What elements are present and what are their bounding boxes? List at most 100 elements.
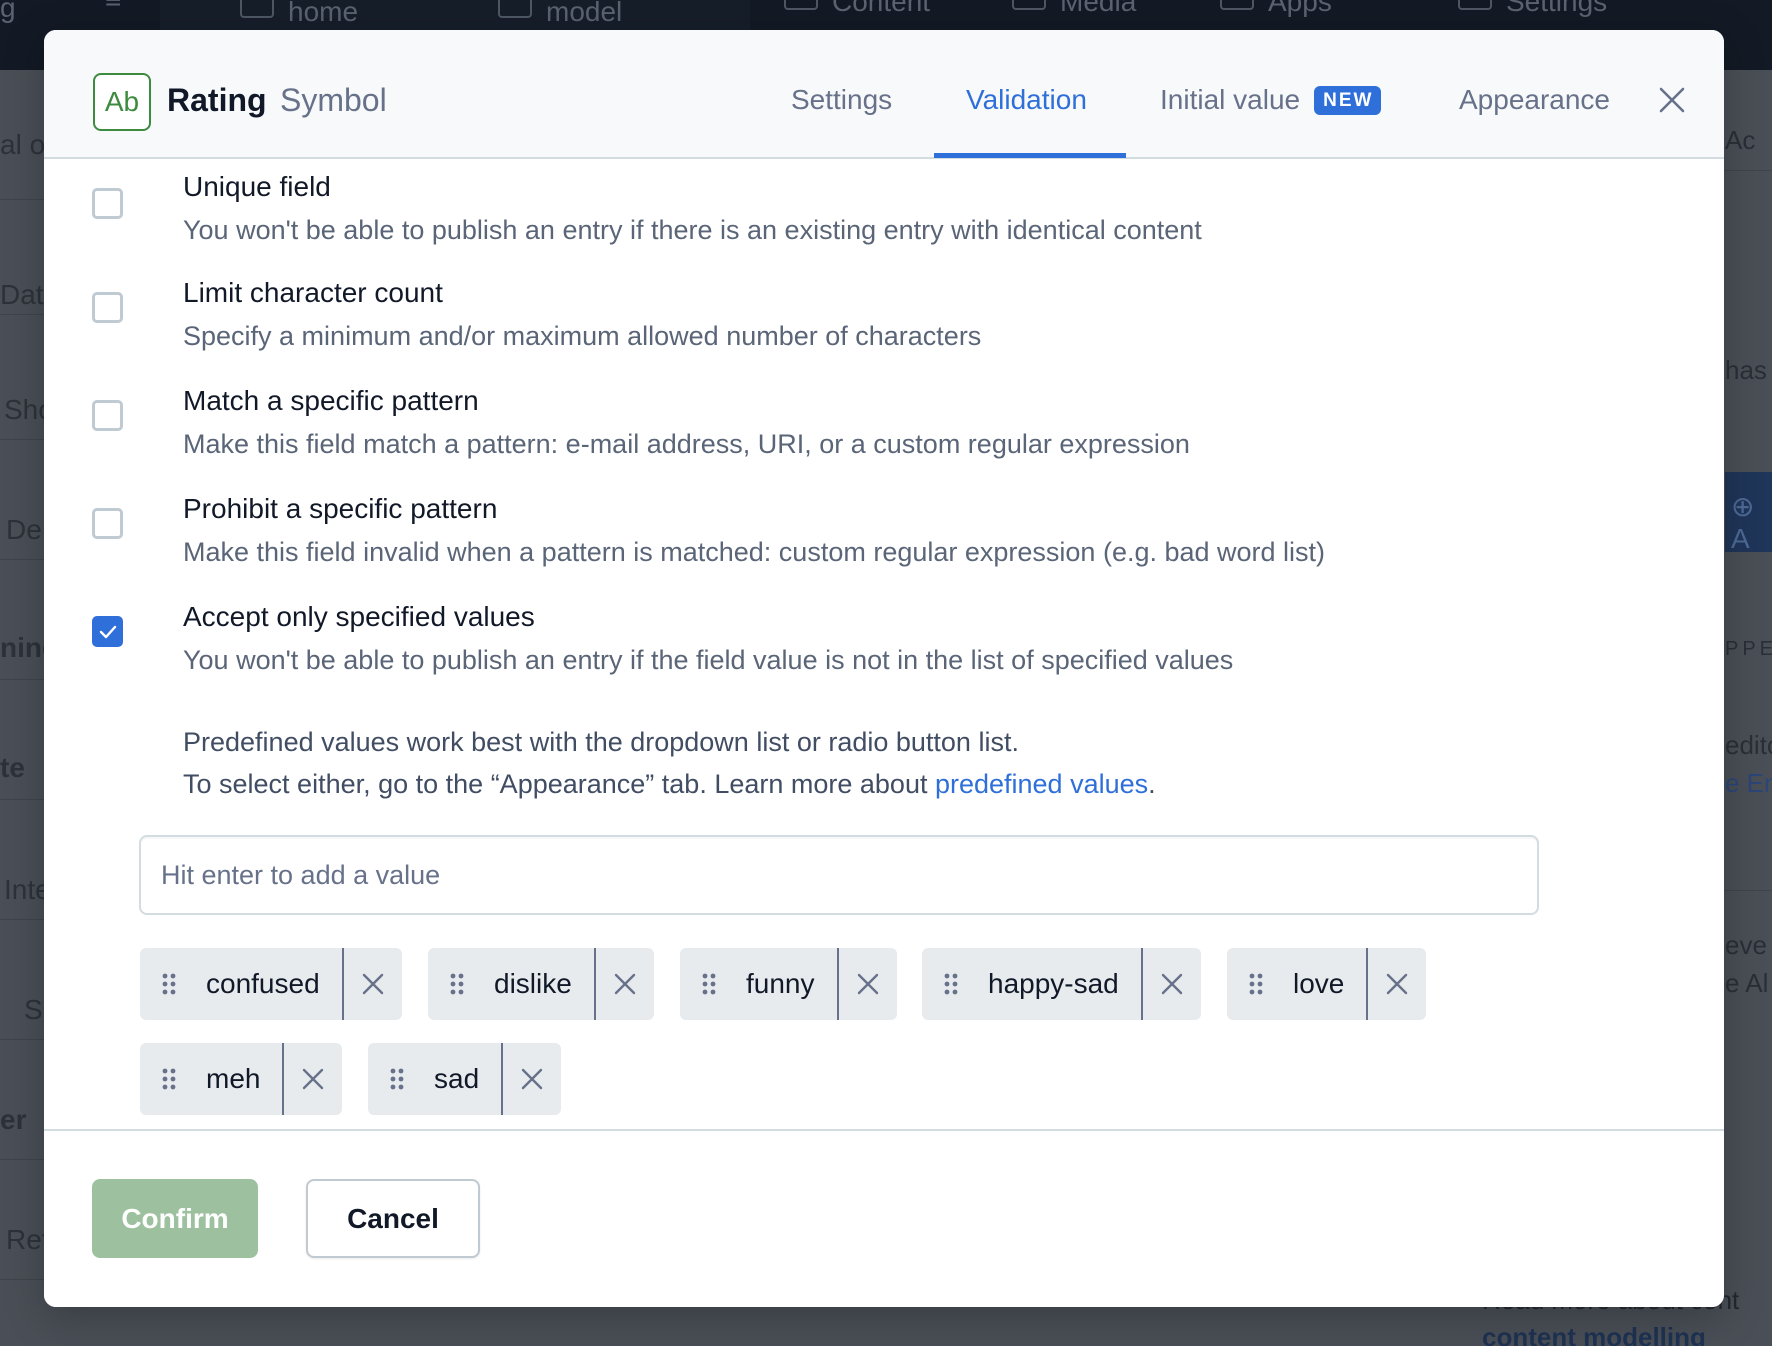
drag-handle[interactable] xyxy=(922,948,980,1020)
tab-appearance[interactable]: Appearance xyxy=(1459,84,1610,116)
drag-handle-icon xyxy=(162,973,176,995)
remove-value-button[interactable] xyxy=(836,948,897,1020)
close-icon xyxy=(1659,87,1685,113)
predefined-help-line2: To select either, go to the “Appearance”… xyxy=(183,769,1156,799)
option-description: You won't be able to publish an entry if… xyxy=(183,645,1234,675)
bg-divider xyxy=(1725,890,1772,891)
tab-settings[interactable]: Settings xyxy=(791,84,892,116)
match-pattern-checkbox[interactable] xyxy=(92,400,123,431)
value-pill: confused xyxy=(140,948,402,1020)
bg-add-button: ⊕ A xyxy=(1725,472,1772,554)
drag-handle-icon xyxy=(702,973,716,995)
nav-apps: Apps xyxy=(1220,0,1332,18)
cancel-button[interactable]: Cancel xyxy=(306,1179,480,1258)
close-icon xyxy=(1161,973,1182,995)
remove-value-button[interactable] xyxy=(1140,948,1201,1020)
nav-settings: Settings xyxy=(1458,0,1607,18)
option-description: Specify a minimum and/or maximum allowed… xyxy=(183,321,982,351)
nav-media: Media xyxy=(1012,0,1136,18)
option-description: Make this field match a pattern: e-mail … xyxy=(183,429,1190,459)
drag-handle-icon xyxy=(162,1068,176,1090)
value-pill-label: funny xyxy=(746,968,815,999)
value-pill-label: meh xyxy=(206,1063,261,1094)
bg-text: e Ent xyxy=(1725,768,1772,798)
remove-value-button[interactable] xyxy=(282,1043,342,1115)
prohibit-pattern-checkbox[interactable] xyxy=(92,508,123,539)
value-pill: funny xyxy=(680,948,897,1020)
drag-handle[interactable] xyxy=(368,1043,426,1115)
predefined-values-link[interactable]: predefined values xyxy=(935,769,1148,799)
nav-content: Content xyxy=(784,0,930,18)
bg-text: PPEA xyxy=(1725,638,1772,660)
close-icon xyxy=(521,1068,543,1090)
nav-model: model xyxy=(498,0,622,28)
close-icon xyxy=(362,973,383,995)
nav-fragment: g xyxy=(0,0,16,23)
drag-handle[interactable] xyxy=(680,948,738,1020)
value-pill: meh xyxy=(140,1043,343,1115)
cube-icon xyxy=(498,0,532,18)
remove-value-button[interactable] xyxy=(341,948,402,1020)
predefined-help-line1: Predefined values work best with the dro… xyxy=(183,727,1019,757)
bg-text: has u xyxy=(1725,355,1772,385)
bg-text: Ac xyxy=(1725,125,1756,155)
value-pill: love xyxy=(1227,948,1427,1020)
option-title: Match a specific pattern xyxy=(183,385,479,416)
unique-field-checkbox[interactable] xyxy=(92,188,123,219)
modal-body: Unique field You won't be able to publis… xyxy=(44,161,1724,1158)
field-type-icon: Ab xyxy=(93,73,151,131)
drag-handle[interactable] xyxy=(1227,948,1285,1020)
drag-handle-icon xyxy=(944,973,958,995)
edit-icon xyxy=(784,0,818,10)
value-pill-label: confused xyxy=(206,968,320,999)
bg-link: content modelling xyxy=(1482,1322,1706,1346)
close-icon xyxy=(857,973,878,995)
checkmark-icon xyxy=(99,625,116,638)
bg-text: edito xyxy=(1725,730,1772,760)
value-pill: happy-sad xyxy=(922,948,1201,1020)
field-name: Rating xyxy=(167,82,267,118)
new-badge: NEW xyxy=(1314,86,1382,115)
tab-initial-value[interactable]: Initial value NEW xyxy=(1160,84,1382,116)
option-description: Make this field invalid when a pattern i… xyxy=(183,537,1326,567)
bg-text: e Al xyxy=(1725,968,1769,998)
drag-handle[interactable] xyxy=(428,948,486,1020)
drag-handle[interactable] xyxy=(140,1043,198,1115)
field-type: Symbol xyxy=(280,82,387,118)
remove-value-button[interactable] xyxy=(593,948,654,1020)
bg-text: eve xyxy=(1725,930,1767,960)
modal-footer: Confirm Cancel xyxy=(44,1129,1724,1307)
close-button[interactable] xyxy=(1656,84,1688,116)
value-pill-label: love xyxy=(1293,968,1345,999)
option-title: Limit character count xyxy=(183,277,443,308)
confirm-button[interactable]: Confirm xyxy=(92,1179,258,1258)
remove-value-button[interactable] xyxy=(501,1043,561,1115)
value-pill-label: sad xyxy=(434,1063,480,1094)
drag-handle-icon xyxy=(1249,973,1263,995)
drag-handle[interactable] xyxy=(140,948,198,1020)
modal-header: Ab Rating Symbol Settings Validation Ini… xyxy=(44,30,1724,159)
close-icon xyxy=(1387,973,1408,995)
limit-character-count-checkbox[interactable] xyxy=(92,292,123,323)
image-icon xyxy=(1012,0,1046,10)
drag-handle-icon xyxy=(390,1068,404,1090)
value-pill-label: dislike xyxy=(494,968,572,999)
tab-validation[interactable]: Validation xyxy=(966,84,1087,116)
value-pill-label: happy-sad xyxy=(988,968,1119,999)
field-settings-modal: Ab Rating Symbol Settings Validation Ini… xyxy=(44,30,1724,1307)
close-icon xyxy=(614,973,636,995)
option-title: Accept only specified values xyxy=(183,601,535,632)
accept-specified-values-checkbox[interactable] xyxy=(92,616,123,647)
nav-home: home xyxy=(240,0,358,28)
option-title: Unique field xyxy=(183,171,331,202)
remove-value-button[interactable] xyxy=(1366,948,1426,1020)
option-description: You won't be able to publish an entry if… xyxy=(183,215,1202,245)
puzzle-icon xyxy=(1220,0,1254,10)
home-icon xyxy=(240,0,274,18)
value-pill: dislike xyxy=(428,948,654,1020)
option-title: Prohibit a specific pattern xyxy=(183,493,498,524)
add-value-input[interactable] xyxy=(139,835,1539,915)
menu-icon: ≡ xyxy=(105,0,121,16)
drag-handle-icon xyxy=(450,973,464,995)
bg-divider xyxy=(1725,170,1772,171)
